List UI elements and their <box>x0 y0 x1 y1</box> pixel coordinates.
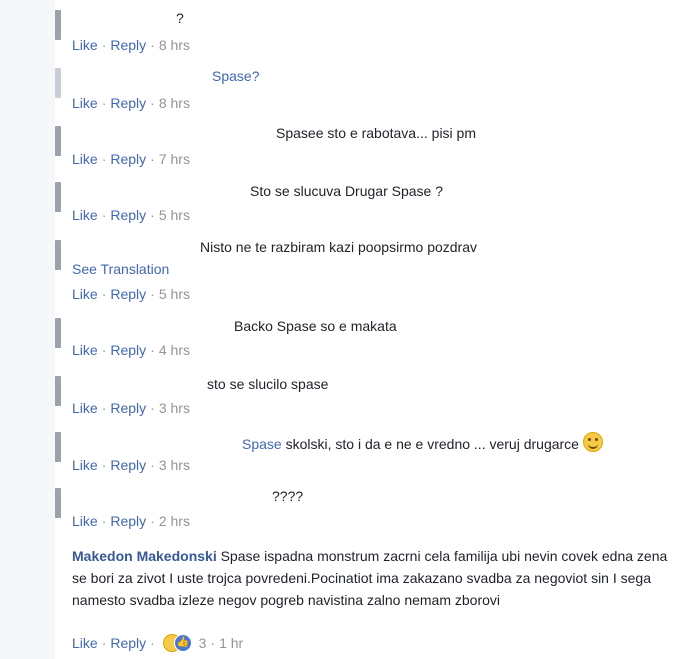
comment-actions: Like · Reply · 7 hrs <box>72 151 190 167</box>
like-reaction-icon: 👍 <box>173 634 192 652</box>
comment-text: Backo Spase so e makata <box>234 318 397 334</box>
timestamp[interactable]: 3 hrs <box>159 457 190 473</box>
comment-actions: Like · Reply · 3 hrs <box>72 400 190 416</box>
like-link[interactable]: Like <box>72 151 98 167</box>
like-link[interactable]: Like <box>72 635 98 651</box>
comment-actions: Like · Reply · 👍 3 · 1 hr <box>72 634 244 652</box>
like-link[interactable]: Like <box>72 400 98 416</box>
avatar[interactable] <box>55 488 61 518</box>
reply-link[interactable]: Reply <box>110 286 146 302</box>
avatar[interactable] <box>55 182 61 212</box>
comment-text: sto se slucilo spase <box>207 376 329 392</box>
see-translation-link[interactable]: See Translation <box>72 261 169 277</box>
timestamp[interactable]: 8 hrs <box>159 37 190 53</box>
reply-link[interactable]: Reply <box>110 457 146 473</box>
reply-link[interactable]: Reply <box>110 400 146 416</box>
timestamp[interactable]: 4 hrs <box>159 342 190 358</box>
author-name-link[interactable]: Makedon Makedonski <box>72 548 217 564</box>
comment-actions: Like · Reply · 5 hrs <box>72 207 190 223</box>
reply-link[interactable]: Reply <box>110 95 146 111</box>
comment-text: ???? <box>272 488 304 504</box>
like-link[interactable]: Like <box>72 207 98 223</box>
timestamp[interactable]: 8 hrs <box>159 95 190 111</box>
comment-actions: Like · Reply · 8 hrs <box>72 37 190 53</box>
avatar[interactable] <box>55 240 61 270</box>
like-link[interactable]: Like <box>72 457 98 473</box>
reactions-icon[interactable]: 👍 <box>162 634 195 652</box>
comment-text: Spasee sto e rabotava... pisi pm <box>276 125 476 141</box>
reply-link[interactable]: Reply <box>110 635 146 651</box>
timestamp[interactable]: 1 hr <box>219 635 243 651</box>
timestamp[interactable]: 2 hrs <box>159 513 190 529</box>
comment-actions: Like · Reply · 2 hrs <box>72 513 190 529</box>
comment-actions: Like · Reply · 3 hrs <box>72 457 190 473</box>
reply-link[interactable]: Reply <box>110 513 146 529</box>
avatar[interactable] <box>55 10 61 40</box>
timestamp[interactable]: 5 hrs <box>159 286 190 302</box>
smiley-emoji-icon <box>582 432 603 452</box>
timestamp[interactable]: 3 hrs <box>159 400 190 416</box>
reply-link[interactable]: Reply <box>110 151 146 167</box>
left-gutter <box>0 0 55 659</box>
avatar[interactable] <box>55 318 61 348</box>
comment-text: Nisto ne te razbiram kazi poopsirmo pozd… <box>200 239 478 255</box>
timestamp[interactable]: 5 hrs <box>159 207 190 223</box>
like-link[interactable]: Like <box>72 286 98 302</box>
comment-text: Sto se slucuva Drugar Spase ? <box>250 183 443 199</box>
timestamp[interactable]: 7 hrs <box>159 151 190 167</box>
like-link[interactable]: Like <box>72 37 98 53</box>
mention-link[interactable]: Spase <box>242 436 282 452</box>
avatar[interactable] <box>55 376 61 406</box>
reply-link[interactable]: Reply <box>110 207 146 223</box>
like-link[interactable]: Like <box>72 95 98 111</box>
comment-actions: Like · Reply · 5 hrs <box>72 286 190 302</box>
reply-link[interactable]: Reply <box>110 37 146 53</box>
comment-text: Spase? <box>212 68 260 84</box>
comment-text: ? <box>176 10 184 26</box>
reply-link[interactable]: Reply <box>110 342 146 358</box>
comment-actions: Like · Reply · 8 hrs <box>72 95 190 111</box>
comment-text: Spase skolski, sto i da e ne e vredno ..… <box>242 432 603 452</box>
comment-actions: Like · Reply · 4 hrs <box>72 342 190 358</box>
comment-10: Makedon Makedonski Spase ispadna monstru… <box>72 545 682 611</box>
like-link[interactable]: Like <box>72 342 98 358</box>
avatar[interactable] <box>55 126 61 156</box>
avatar[interactable] <box>55 432 61 462</box>
avatar[interactable] <box>55 68 61 98</box>
like-link[interactable]: Like <box>72 513 98 529</box>
